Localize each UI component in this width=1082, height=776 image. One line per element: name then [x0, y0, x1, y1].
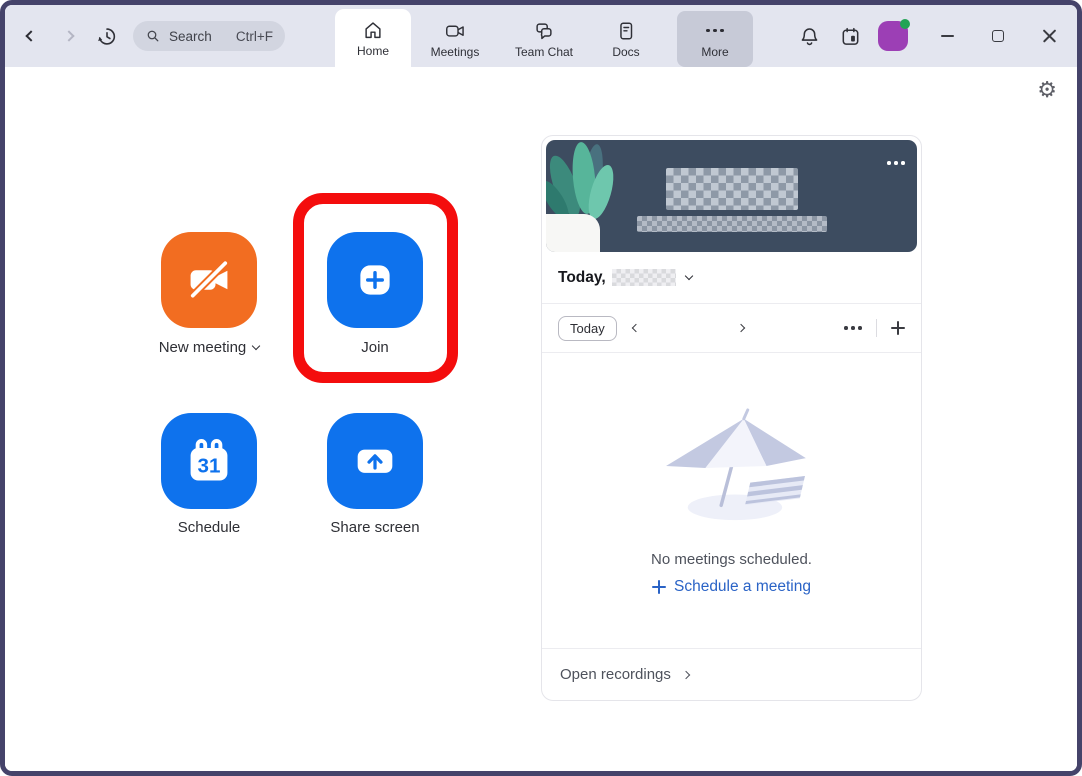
- tab-label: Meetings: [430, 44, 480, 59]
- chevron-right-icon: [681, 670, 691, 679]
- maximize-button[interactable]: [986, 24, 1010, 48]
- beach-umbrella-illustration: [665, 408, 806, 521]
- share-screen-label-row: Share screen: [290, 519, 460, 536]
- schedule-calendar-icon: 31: [190, 439, 228, 481]
- add-meeting-button[interactable]: [890, 321, 905, 335]
- bell-icon: [801, 27, 817, 45]
- close-button[interactable]: [1037, 24, 1061, 48]
- next-day-button[interactable]: [737, 323, 746, 333]
- chevron-down-icon[interactable]: [684, 271, 693, 281]
- video-off-icon: [190, 260, 228, 299]
- schedule-label: Schedule: [177, 519, 241, 536]
- home-icon: [365, 21, 381, 38]
- tab-docs[interactable]: Docs: [589, 11, 663, 67]
- tab-label: Home: [356, 43, 389, 58]
- calendar-toolbar: Today: [542, 304, 921, 353]
- calendar-day-number: 31: [198, 454, 221, 477]
- minimize-button[interactable]: [935, 24, 959, 48]
- new-meeting-label-row[interactable]: New meeting: [124, 339, 294, 356]
- banner-more-button[interactable]: [887, 152, 905, 174]
- zoom-app-window: Search Ctrl+F Home Meetings Team Chat Do…: [0, 0, 1082, 776]
- today-button[interactable]: Today: [558, 315, 617, 341]
- toolbar-more-button[interactable]: [844, 317, 862, 339]
- join-label-row: Join: [290, 339, 460, 356]
- forward-button[interactable]: [57, 24, 81, 48]
- calendar-button[interactable]: [838, 24, 862, 48]
- today-prefix: Today,: [558, 268, 606, 286]
- new-meeting-button[interactable]: [161, 232, 257, 328]
- banner-card: [546, 140, 917, 252]
- divider: [875, 319, 877, 337]
- chevron-left-icon: [25, 30, 37, 42]
- tab-more[interactable]: More: [677, 11, 753, 67]
- avatar[interactable]: [878, 19, 910, 51]
- empty-state: No meetings scheduled. Schedule a meetin…: [542, 353, 921, 648]
- calendar-icon: [842, 27, 858, 45]
- search-placeholder: Search: [169, 28, 212, 44]
- titlebar: Search Ctrl+F Home Meetings Team Chat Do…: [5, 5, 1077, 67]
- chevron-down-icon[interactable]: [252, 341, 261, 351]
- schedule-label-row: Schedule: [124, 519, 294, 536]
- docs-icon: [620, 21, 633, 40]
- no-meetings-text: No meetings scheduled.: [651, 551, 812, 568]
- main-tabs: Home Meetings Team Chat Docs More: [335, 9, 753, 67]
- plant-illustration: [546, 142, 614, 252]
- history-button[interactable]: [95, 24, 119, 48]
- tab-label: More: [701, 44, 729, 59]
- settings-button[interactable]: ⚙: [1037, 79, 1057, 101]
- search-shortcut: Ctrl+F: [235, 28, 273, 44]
- join-label: Join: [361, 339, 389, 356]
- redacted-date: [636, 216, 827, 232]
- open-recordings-row[interactable]: Open recordings: [542, 648, 921, 700]
- share-screen-icon: [357, 449, 393, 473]
- chevron-right-icon: [63, 30, 75, 42]
- redacted-time: [665, 168, 798, 210]
- schedule-meeting-link[interactable]: Schedule a meeting: [651, 578, 811, 596]
- redacted-today-date: [611, 269, 676, 286]
- today-header[interactable]: Today,: [542, 252, 921, 304]
- join-button[interactable]: [327, 232, 423, 328]
- schedule-meeting-label: Schedule a meeting: [673, 578, 811, 595]
- notifications-button[interactable]: [797, 24, 821, 48]
- ellipsis-icon: [706, 20, 724, 42]
- back-button[interactable]: [19, 24, 43, 48]
- plus-icon: [651, 580, 666, 594]
- share-screen-label: Share screen: [330, 519, 420, 536]
- tab-team-chat[interactable]: Team Chat: [499, 11, 589, 67]
- tab-label: Docs: [612, 44, 640, 59]
- open-recordings-label: Open recordings: [560, 666, 671, 683]
- prev-day-button[interactable]: [631, 323, 640, 333]
- share-screen-button[interactable]: [327, 413, 423, 509]
- home-content: ⚙ New meeting Join 31 Schedule Share scr…: [5, 67, 1077, 771]
- team-chat-icon: [536, 22, 552, 39]
- tab-meetings[interactable]: Meetings: [411, 11, 499, 67]
- meetings-panel: Today, Today No meetings scheduled. Sche…: [541, 135, 922, 701]
- schedule-button[interactable]: 31: [161, 413, 257, 509]
- minimize-icon: [940, 35, 954, 37]
- new-meeting-label: New meeting: [158, 339, 247, 356]
- tab-home[interactable]: Home: [335, 9, 411, 67]
- presence-dot: [900, 19, 910, 29]
- tab-label: Team Chat: [514, 44, 574, 59]
- meetings-icon: [446, 25, 464, 37]
- close-icon: [1042, 29, 1057, 44]
- search-icon: [147, 30, 159, 42]
- maximize-icon: [992, 30, 1004, 42]
- history-icon: [98, 27, 116, 45]
- join-plus-icon: [360, 265, 390, 295]
- search-input[interactable]: Search Ctrl+F: [133, 21, 285, 51]
